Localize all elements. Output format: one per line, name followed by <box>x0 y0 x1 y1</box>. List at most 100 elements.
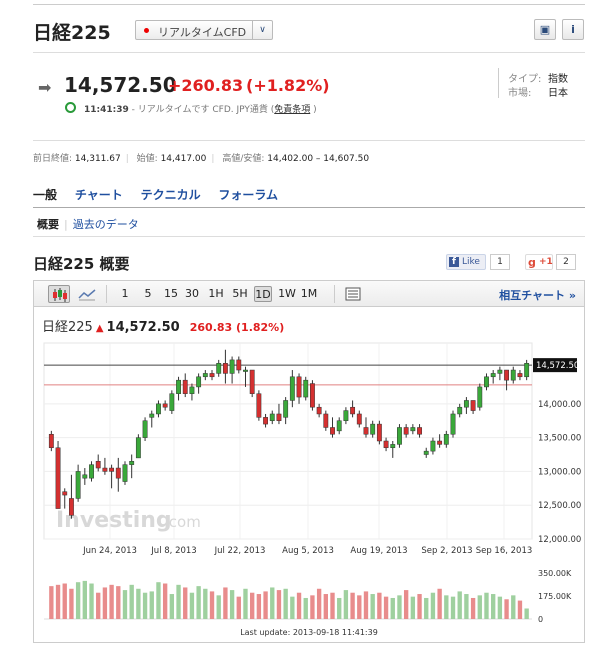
tab-technical[interactable]: テクニカル <box>141 188 201 202</box>
section-title: 日経225 概要 <box>33 255 130 273</box>
candle <box>129 461 135 465</box>
candle <box>390 444 396 449</box>
open-value: 14,417.00 <box>160 154 207 164</box>
volume-bar <box>122 590 128 619</box>
candle <box>316 406 322 415</box>
candle <box>350 406 356 415</box>
volume-bar <box>357 595 362 619</box>
volume-bar <box>236 596 241 619</box>
chevron-down-icon[interactable]: ∨ <box>252 21 272 39</box>
volume-bar <box>62 583 67 619</box>
volume-bar <box>310 595 315 619</box>
y-tick-label: 12,000.00 <box>538 535 581 545</box>
volume-bar <box>457 591 462 619</box>
candle <box>423 450 429 455</box>
tab-forum[interactable]: フォーラム <box>218 188 278 202</box>
quote-time-note: - リアルタイムです CFD. JPY通貨 ( <box>131 105 275 115</box>
volume-bar <box>511 595 516 619</box>
subtab-historical-data[interactable]: 過去のデータ <box>73 218 139 231</box>
volume-bar <box>484 592 489 619</box>
meta-divider <box>498 68 499 98</box>
volume-bar <box>216 595 221 619</box>
tab-chart[interactable]: チャート <box>75 188 123 202</box>
disclaimer-link[interactable]: 免責条項 <box>274 105 310 115</box>
candle <box>376 423 382 442</box>
volume-bar <box>223 587 228 619</box>
candle <box>82 474 88 479</box>
volume-bar <box>142 592 148 619</box>
candle <box>303 379 309 398</box>
tab-general[interactable]: 一般 <box>33 188 57 202</box>
volume-bar <box>183 587 188 619</box>
volume-bar <box>49 586 54 619</box>
volume-bar <box>189 592 195 619</box>
volume-bar <box>290 596 295 619</box>
volume-bar <box>383 596 389 619</box>
volume-bar <box>89 583 94 619</box>
y-tick-label: 12,500.00 <box>538 501 581 511</box>
candle <box>484 376 489 388</box>
volume-bar <box>270 587 275 619</box>
candle <box>243 369 248 372</box>
volume-bar <box>363 591 369 619</box>
volume-bar <box>256 594 262 619</box>
add-to-portfolio-button[interactable]: ▣ <box>534 19 556 40</box>
candle <box>397 427 402 445</box>
candle <box>370 423 376 435</box>
google-plus-icon: g <box>528 256 536 269</box>
volume-bar <box>263 591 268 619</box>
candle <box>504 369 509 381</box>
candle <box>457 406 463 415</box>
facebook-like-button[interactable]: f Like <box>446 254 486 270</box>
x-tick-label: Jun 24, 2013 <box>82 546 137 556</box>
volume-bar <box>397 595 402 619</box>
range-value: 14,402.00 – 14,607.50 <box>267 154 370 164</box>
volume-bar <box>517 600 523 619</box>
subtab-overview[interactable]: 概要 <box>37 218 59 231</box>
candle <box>256 393 262 418</box>
google-plus-button[interactable]: g +1 <box>525 254 553 270</box>
volume-bar <box>229 590 235 619</box>
price-label: 14,572.50 <box>536 361 579 371</box>
volume-bar <box>497 596 503 619</box>
volume-bar <box>470 597 476 619</box>
candle <box>115 467 121 479</box>
volume-bar <box>276 590 282 619</box>
candle <box>283 400 289 418</box>
volume-bar <box>491 594 496 619</box>
candle <box>430 440 436 452</box>
candle <box>330 427 335 435</box>
quote-time-value: 11:41:39 <box>84 105 129 115</box>
candle <box>296 376 302 398</box>
candle <box>142 420 148 438</box>
candle <box>89 464 94 479</box>
volume-bar <box>196 586 201 619</box>
clock-icon <box>65 102 76 113</box>
volume-bar <box>390 597 395 619</box>
data-source-select[interactable]: リアルタイムCFD ∨ <box>135 20 273 40</box>
volume-bar <box>464 594 469 619</box>
candle <box>69 498 74 516</box>
volume-tick-label: 175.00K <box>538 592 572 601</box>
candlestick-chart[interactable]: 12,000.00 12,500.00 13,000.00 13,500.00 14,0… <box>34 281 584 642</box>
info-button[interactable]: i <box>562 19 584 40</box>
candle <box>477 386 483 408</box>
quote-time: 11:41:39 - リアルタイムです CFD. JPY通貨 (免責条項 ) <box>84 102 317 115</box>
volume-bar <box>296 592 302 619</box>
candle <box>162 403 168 408</box>
candle <box>263 417 268 425</box>
google-plus-label: +1 <box>539 257 553 267</box>
main-tabs: 一般 チャート テクニカル フォーラム <box>33 186 292 203</box>
y-tick-label: 13,000.00 <box>538 467 581 477</box>
candle <box>236 359 242 371</box>
info-icon: i <box>571 23 575 36</box>
volume-bar <box>156 582 161 619</box>
candle <box>417 427 422 435</box>
candle <box>524 363 530 378</box>
volume-bar <box>477 595 482 619</box>
price-stats: 前日終値: 14,311.67 | 始値: 14,417.00 | 高値/安値: 1… <box>33 154 370 164</box>
candle <box>182 379 188 394</box>
volume-bar <box>55 584 61 619</box>
stats-divider <box>33 140 585 141</box>
candle <box>75 471 81 499</box>
